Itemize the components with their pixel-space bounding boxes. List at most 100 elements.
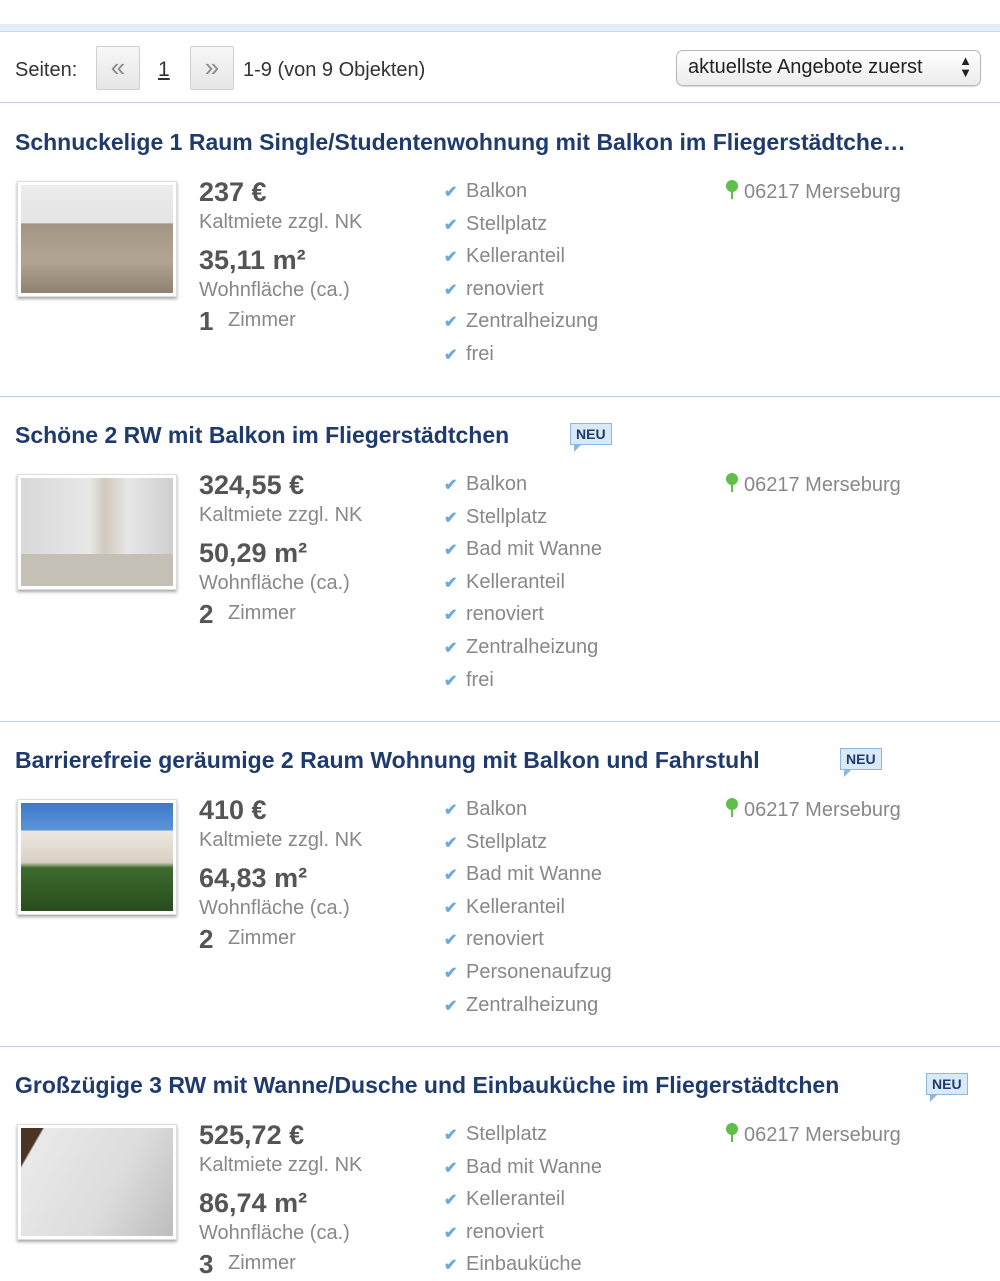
feature-list: ✔ Balkon ✔ Stellplatz ✔ Bad mit Wanne ✔ Kell… (444, 473, 602, 701)
listing-title[interactable]: Schöne 2 RW mit Balkon im Fliegerstädtch… (15, 422, 509, 449)
listing-location: 06217 Merseburg (726, 798, 901, 822)
area-label: Wohnfläche (ca.) (199, 279, 350, 301)
checkmark-icon: ✔ (444, 184, 458, 201)
checkmark-icon: ✔ (444, 672, 458, 690)
feature-item: ✔ renoviert (444, 928, 544, 951)
listing-price: 525,72 € (199, 1120, 305, 1150)
listing-photo (21, 1128, 173, 1236)
price-label: Kaltmiete zzgl. NK (199, 1154, 363, 1176)
feature-item: ✔ Bad mit Wanne (444, 863, 602, 886)
listing-thumbnail[interactable] (17, 1124, 177, 1240)
listing-photo (21, 185, 173, 293)
checkmark-icon: ✔ (444, 997, 458, 1015)
pages-label: Seiten: (15, 59, 78, 81)
feature-item: ✔ frei (444, 342, 494, 365)
feature-item: ✔ Balkon (444, 473, 528, 495)
checkmark-icon: ✔ (444, 607, 458, 625)
listing-rooms: 3 (199, 1249, 214, 1279)
listing-item: Barrierefreie geräumige 2 Raum Wohnung m… (0, 722, 1000, 1047)
listing-location: 06217 Merseburg (726, 1123, 901, 1147)
feature-list: ✔ Balkon ✔ Stellplatz ✔ Bad mit Wanne ✔ Kell… (444, 798, 612, 1026)
listing-title[interactable]: Schnuckelige 1 Raum Single/Studentenwohn… (15, 129, 906, 156)
checkmark-icon: ✔ (444, 281, 458, 299)
checkmark-icon: ✔ (444, 1257, 458, 1275)
area-label: Wohnfläche (ca.) (199, 1222, 350, 1244)
top-divider (0, 24, 1000, 32)
rooms-label: Zimmer (228, 602, 296, 624)
price-label: Kaltmiete zzgl. NK (199, 504, 363, 526)
listing-title[interactable]: Barrierefreie geräumige 2 Raum Wohnung m… (15, 747, 760, 774)
listing-price: 237 € (199, 177, 267, 207)
listing-item: Schnuckelige 1 Raum Single/Studentenwohn… (0, 104, 1000, 397)
map-pin-icon (726, 180, 738, 200)
feature-item: ✔ Stellplatz (444, 1123, 548, 1145)
checkmark-icon: ✔ (444, 1159, 458, 1177)
feature-item: ✔ Stellplatz (444, 505, 548, 528)
page-1-link[interactable]: 1 (158, 58, 170, 82)
listing-photo (21, 803, 173, 911)
listing-title[interactable]: Großzügige 3 RW mit Wanne/Dusche und Ein… (15, 1072, 839, 1099)
listing-item: Schöne 2 RW mit Balkon im Fliegerstädtch… (0, 397, 1000, 722)
new-badge: NEU (570, 423, 612, 452)
sort-select-value: aktuellste Angebote zuerst (688, 56, 923, 78)
select-arrows-icon: ▲ ▼ (959, 53, 972, 80)
checkmark-icon: ✔ (444, 542, 458, 560)
feature-list: ✔ Balkon ✔ Stellplatz ✔ Kelleranteil ✔ renov… (444, 180, 598, 376)
listing-rooms: 2 (199, 924, 214, 954)
map-pin-icon (726, 473, 738, 493)
top-band (0, 0, 1000, 24)
feature-item: ✔ Bad mit Wanne (444, 538, 602, 561)
checkmark-icon: ✔ (444, 477, 458, 494)
checkmark-icon: ✔ (444, 964, 458, 982)
result-range: 1-9 (von 9 Objekten) (243, 59, 426, 81)
rooms-label: Zimmer (228, 1252, 296, 1274)
feature-item: ✔ Zentralheizung (444, 310, 599, 333)
feature-item: ✔ Stellplatz (444, 830, 548, 853)
new-badge: NEU (926, 1073, 968, 1102)
listing-area: 64,83 m² (199, 863, 308, 893)
listing-rooms: 2 (199, 599, 214, 629)
new-badge: NEU (840, 748, 882, 777)
listing-price: 410 € (199, 795, 267, 825)
checkmark-icon: ✔ (444, 802, 458, 819)
feature-item: ✔ renoviert (444, 277, 544, 300)
area-label: Wohnfläche (ca.) (199, 572, 350, 594)
listing-thumbnail[interactable] (17, 181, 177, 297)
checkmark-icon: ✔ (444, 1192, 458, 1210)
area-label: Wohnfläche (ca.) (199, 897, 350, 919)
next-page-button[interactable]: » (190, 46, 234, 90)
listing-photo (21, 478, 173, 586)
checkmark-icon: ✔ (444, 867, 458, 885)
checkmark-icon: ✔ (444, 216, 458, 234)
price-label: Kaltmiete zzgl. NK (199, 829, 363, 851)
checkmark-icon: ✔ (444, 509, 458, 527)
feature-item: ✔ Personenaufzug (444, 960, 612, 983)
feature-item: ✔ Zentralheizung (444, 993, 599, 1016)
checkmark-icon: ✔ (444, 639, 458, 657)
sort-select[interactable]: aktuellste Angebote zuerst ▲ ▼ (676, 50, 981, 86)
listing-rooms: 1 (199, 306, 214, 336)
listing-area: 35,11 m² (199, 245, 306, 275)
checkmark-icon: ✔ (444, 1224, 458, 1242)
feature-item: ✔ renoviert (444, 603, 544, 626)
checkmark-icon: ✔ (444, 899, 458, 917)
map-pin-icon (726, 1123, 738, 1143)
feature-item: ✔ Zentralheizung (444, 635, 599, 658)
feature-item: ✔ Kelleranteil (444, 895, 565, 918)
rooms-label: Zimmer (228, 927, 296, 949)
listing-thumbnail[interactable] (17, 474, 177, 590)
checkmark-icon: ✔ (444, 834, 458, 852)
feature-item: ✔ Kelleranteil (444, 1188, 565, 1211)
listing-area: 50,29 m² (199, 538, 308, 568)
checkmark-icon: ✔ (444, 249, 458, 267)
feature-item: ✔ Balkon (444, 798, 528, 820)
listing-thumbnail[interactable] (17, 799, 177, 915)
rooms-label: Zimmer (228, 309, 296, 331)
checkmark-icon: ✔ (444, 574, 458, 592)
feature-item: ✔ frei (444, 668, 494, 691)
listing-location: 06217 Merseburg (726, 180, 901, 204)
map-pin-icon (726, 798, 738, 818)
previous-page-button[interactable]: « (96, 46, 140, 90)
checkmark-icon: ✔ (444, 1127, 458, 1144)
checkmark-icon: ✔ (444, 346, 458, 364)
